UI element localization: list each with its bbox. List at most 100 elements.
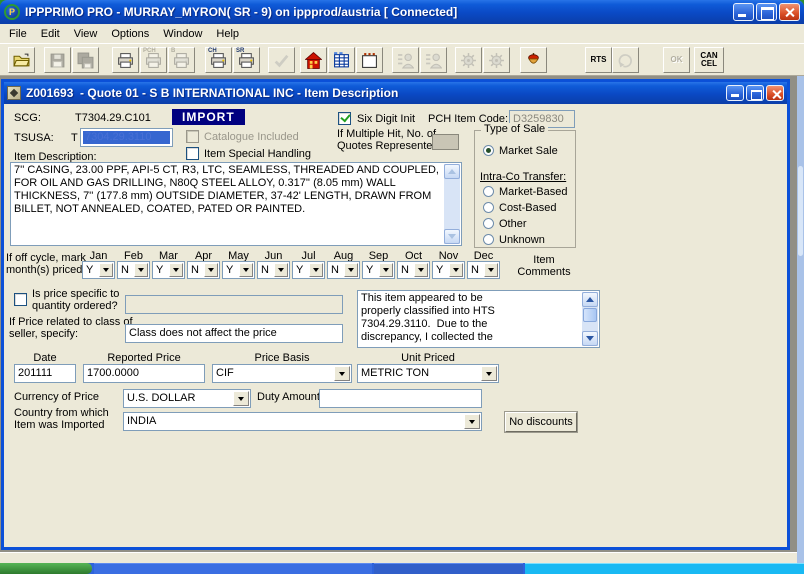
contact-button (420, 47, 447, 73)
print-ch-button[interactable]: CH (205, 47, 232, 73)
dropdown-arrow-icon[interactable] (169, 263, 183, 277)
dropdown-arrow-icon[interactable] (344, 263, 358, 277)
cost-based-label: Cost-Based (499, 202, 556, 214)
printer-b-icon (173, 52, 190, 69)
price-specific-checkbox[interactable] (14, 293, 27, 306)
menu-edit[interactable]: Edit (34, 26, 67, 42)
save-all-button (72, 47, 99, 73)
dropdown-arrow-icon[interactable] (414, 263, 428, 277)
menu-file[interactable]: File (2, 26, 34, 42)
dropdown-arrow-icon[interactable] (481, 366, 497, 381)
other-radio[interactable] (483, 218, 494, 229)
home-button[interactable] (300, 47, 327, 73)
unit-priced-combo[interactable]: METRIC TON (357, 364, 499, 383)
price-specific-label-2: quantity ordered? (32, 300, 118, 312)
quote-restore-button[interactable] (746, 85, 764, 101)
acorn-button[interactable] (520, 47, 547, 73)
window-scrollbar-thumb[interactable] (798, 166, 803, 256)
cancel-button[interactable]: CANCEL (694, 47, 724, 73)
dropdown-arrow-icon[interactable] (233, 391, 249, 406)
acorn-icon (525, 52, 542, 69)
six-digit-checkbox[interactable] (338, 112, 351, 125)
dropdown-arrow-icon[interactable] (379, 263, 393, 277)
menu-help[interactable]: Help (209, 26, 246, 42)
scrollbar-thumb[interactable] (583, 308, 597, 322)
calendar-button[interactable] (356, 47, 383, 73)
month-combo-jan: Jan Y (82, 250, 115, 280)
scroll-up-icon[interactable] (444, 164, 460, 179)
menu-options[interactable]: Options (104, 26, 156, 42)
special-handling-checkbox[interactable] (186, 147, 199, 160)
taskbar (0, 563, 804, 574)
item-comments-label-1: Item (509, 254, 579, 266)
multiple-hit-field (432, 134, 459, 150)
folder-open-icon (13, 52, 30, 69)
no-discounts-button[interactable]: No discounts (505, 412, 577, 432)
country-label-2: Item was Imported (14, 419, 104, 431)
dropdown-arrow-icon[interactable] (484, 263, 498, 277)
grid-button[interactable] (328, 47, 355, 73)
minimize-button[interactable] (733, 3, 754, 21)
price-specific-label-1: Is price specific to (32, 288, 119, 300)
intra-co-heading: Intra-Co Transfer: (480, 171, 566, 183)
scroll-up-icon[interactable] (582, 292, 598, 307)
rts-button[interactable]: RTS (585, 47, 612, 73)
class-of-seller-field[interactable]: Class does not affect the price (125, 324, 343, 343)
dropdown-arrow-icon[interactable] (134, 263, 148, 277)
dropdown-arrow-icon[interactable] (239, 263, 253, 277)
unknown-label: Unknown (499, 234, 545, 246)
dropdown-arrow-icon[interactable] (334, 366, 350, 381)
scroll-down-icon[interactable] (444, 229, 460, 244)
tsusa-field[interactable]: 7304.29.3110 (80, 128, 173, 147)
dropdown-arrow-icon[interactable] (99, 263, 113, 277)
taskbar-button-1[interactable] (94, 563, 372, 574)
menu-window[interactable]: Window (156, 26, 209, 42)
calendar-icon (361, 52, 378, 69)
dropdown-arrow-icon[interactable] (309, 263, 323, 277)
dropdown-arrow-icon[interactable] (464, 414, 480, 429)
quote-close-button[interactable] (766, 85, 784, 101)
item-comments-scrollbar[interactable] (582, 292, 598, 346)
quote-window-icon (7, 86, 21, 100)
scroll-down-icon[interactable] (582, 331, 598, 346)
item-description-scrollbar[interactable] (444, 164, 460, 244)
duty-amount-field[interactable] (319, 389, 482, 408)
class-of-seller-label-1: If Price related to class of (9, 316, 133, 328)
price-basis-combo[interactable]: CIF (212, 364, 352, 383)
quote-minimize-button[interactable] (726, 85, 744, 101)
month-combo-may: May Y (222, 250, 255, 280)
print-button[interactable] (112, 47, 139, 73)
close-button[interactable] (779, 3, 800, 21)
duty-amount-label: Duty Amount: (257, 391, 323, 403)
print-pch-button: PCH (140, 47, 167, 73)
printer-icon (117, 52, 134, 69)
unknown-radio[interactable] (483, 234, 494, 245)
menubar: File Edit View Options Window Help (0, 24, 804, 44)
cost-based-radio[interactable] (483, 202, 494, 213)
currency-combo[interactable]: U.S. DOLLAR (123, 389, 251, 408)
multiple-hit-label-2: Quotes Represented: (337, 140, 442, 152)
country-combo[interactable]: INDIA (123, 412, 482, 431)
taskbar-button-2[interactable] (374, 563, 523, 574)
market-sale-radio[interactable] (483, 145, 494, 156)
app-titlebar: P IPPPRIMO PRO - MURRAY_MYRON( SR - 9) o… (0, 0, 804, 24)
item-description-textarea[interactable]: 7'' CASING, 23.00 PPF, API-5 CT, R3, LTC… (10, 162, 462, 246)
print-sr-button[interactable]: SR (233, 47, 260, 73)
market-based-radio[interactable] (483, 186, 494, 197)
open-file-button[interactable] (8, 47, 35, 73)
validate-button (268, 47, 295, 73)
maximize-button[interactable] (756, 3, 777, 21)
tsusa-selected-text: 7304.29.3110 (83, 131, 170, 144)
reported-price-field[interactable]: 1700.0000 (83, 364, 205, 383)
item-comments-textarea[interactable]: This item appeared to be properly classi… (357, 290, 600, 348)
market-based-label: Market-Based (499, 186, 567, 198)
dropdown-arrow-icon[interactable] (274, 263, 288, 277)
taskbar-button-active[interactable] (525, 563, 804, 574)
date-field[interactable]: 201111 (14, 364, 76, 383)
dropdown-arrow-icon[interactable] (449, 263, 463, 277)
month-combo-nov: Nov Y (432, 250, 465, 280)
menu-view[interactable]: View (67, 26, 105, 42)
window-right-border (797, 76, 804, 563)
start-button[interactable] (0, 563, 92, 574)
dropdown-arrow-icon[interactable] (204, 263, 218, 277)
